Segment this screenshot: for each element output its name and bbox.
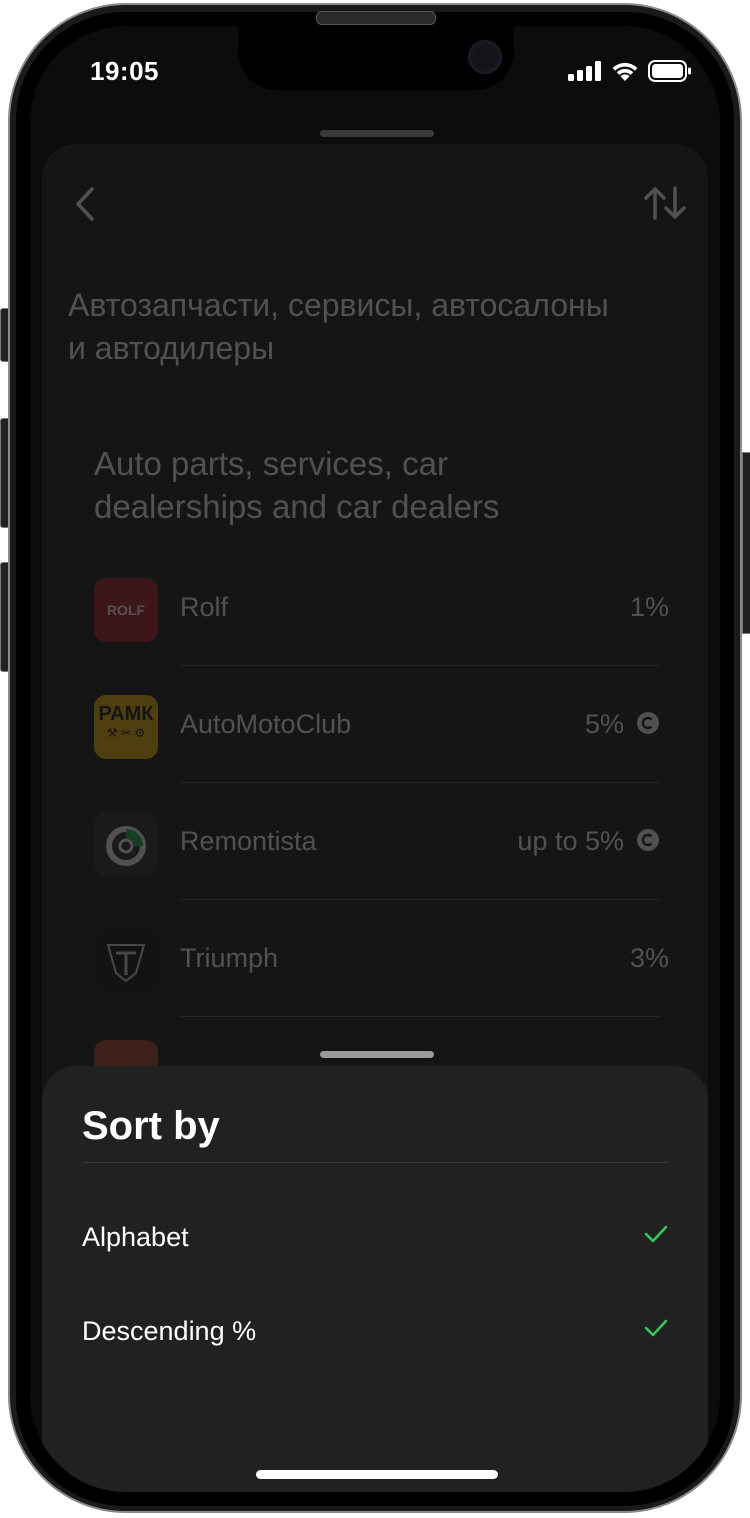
remontista-logo xyxy=(94,812,158,876)
automotoclub-logo: РАМК ⚒ ✂ ⚙ xyxy=(94,695,158,759)
divider xyxy=(180,665,660,666)
cashback-percent: 3% xyxy=(630,943,670,973)
divider xyxy=(180,782,660,783)
sheet-divider xyxy=(82,1162,668,1163)
divider xyxy=(180,899,660,900)
background-sheet-grabber xyxy=(320,130,434,137)
partner-name: Rolf xyxy=(180,592,229,622)
list-item[interactable]: ROLF Rolf 1% xyxy=(94,578,669,695)
partner-name: Remontista xyxy=(180,826,317,856)
section-title: Auto parts, services, car dealerships an… xyxy=(94,445,500,525)
rolf-logo: ROLF xyxy=(94,578,158,642)
sort-option-alphabet[interactable]: Alphabet xyxy=(82,1208,668,1268)
triumph-logo xyxy=(94,929,158,993)
battery-icon xyxy=(648,60,691,82)
cashback-percent: 5% xyxy=(584,709,624,739)
chevron-left-icon[interactable] xyxy=(74,186,96,227)
logo-text: РАМК xyxy=(98,703,154,725)
page-title: Автозапчасти, сервисы, автосалоны и авто… xyxy=(68,287,609,366)
notch xyxy=(238,26,514,90)
sort-sheet-grabber[interactable] xyxy=(320,1051,434,1058)
home-indicator[interactable] xyxy=(256,1470,498,1479)
sort-arrows-icon[interactable] xyxy=(644,186,686,225)
sort-option-descending-percent[interactable]: Descending % xyxy=(82,1302,668,1362)
sort-sheet-title: Sort by xyxy=(82,1104,220,1148)
cashback-coin-icon xyxy=(637,712,659,734)
sort-sheet: Sort by Alphabet Descending % xyxy=(42,1066,708,1492)
status-icons xyxy=(568,60,692,82)
wifi-icon xyxy=(612,62,638,81)
cashback-percent: 1% xyxy=(630,592,670,622)
list-item[interactable]: РАМК ⚒ ✂ ⚙ AutoMotoClub 5% xyxy=(94,695,660,812)
cashback-percent: up to 5% xyxy=(517,826,624,856)
front-camera xyxy=(468,40,502,74)
sort-option-label: Descending % xyxy=(82,1316,257,1346)
list-item[interactable]: Remontista up to 5% xyxy=(94,812,660,929)
cashback-coin-icon xyxy=(637,829,659,851)
cellular-signal-icon xyxy=(568,61,601,81)
divider xyxy=(180,1016,660,1017)
list-item[interactable]: Triumph 3% xyxy=(94,929,669,1046)
power-button xyxy=(742,452,750,634)
partner-name: Triumph xyxy=(180,943,279,973)
earpiece-speaker xyxy=(316,11,436,25)
checkmark-icon xyxy=(644,1225,668,1243)
logo-tools-icon: ⚒ ✂ ⚙ xyxy=(106,726,146,740)
phone-screen: 19:05 Автозапчасти, сервисы, автосалоны … xyxy=(30,26,720,1492)
checkmark-icon xyxy=(644,1319,668,1337)
status-time: 19:05 xyxy=(90,56,159,86)
sort-option-label: Alphabet xyxy=(82,1222,189,1252)
partner-name: AutoMotoClub xyxy=(180,709,352,739)
logo-text: ROLF xyxy=(106,602,146,618)
